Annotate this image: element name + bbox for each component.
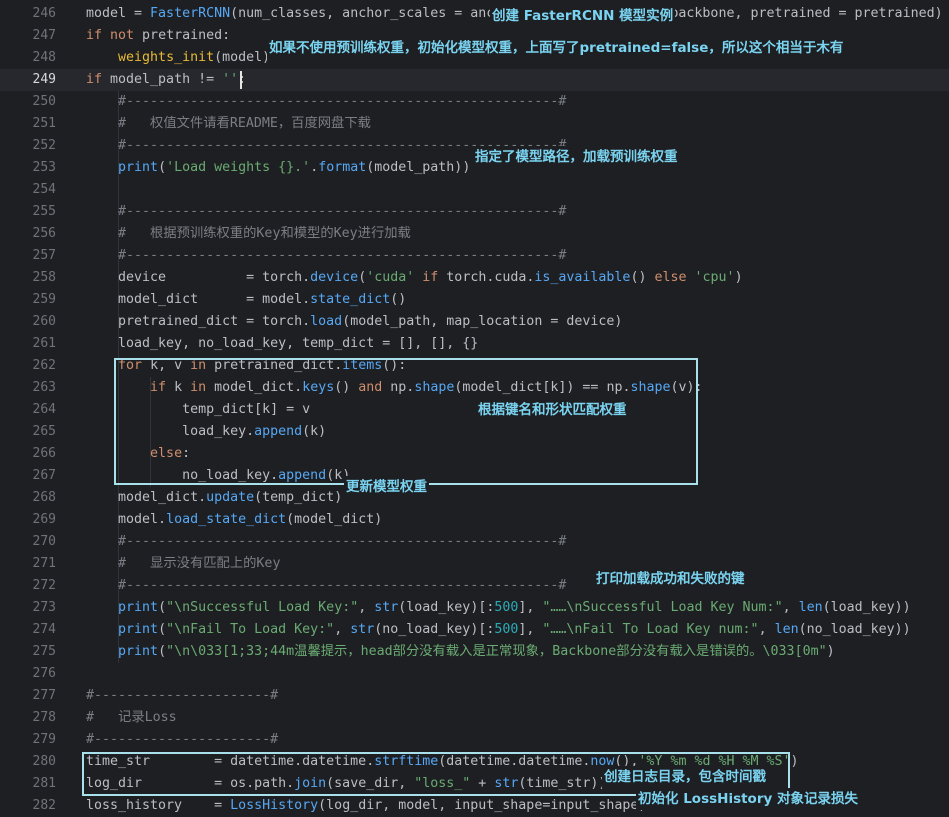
code-line[interactable]: 272 #-----------------------------------… [0, 575, 949, 597]
code-line[interactable]: 273 print("\nSuccessful Load Key:", str(… [0, 597, 949, 619]
annotation-update-weights: 更新模型权重 [344, 476, 429, 498]
line-number: 256 [32, 226, 56, 241]
line-number: 251 [32, 116, 56, 131]
code-text[interactable]: print("\nSuccessful Load Key:", str(load… [86, 597, 911, 619]
line-number: 260 [32, 314, 56, 329]
line-number: 261 [32, 336, 56, 351]
code-text[interactable]: print('Load weights {}.'.format(model_pa… [86, 157, 470, 179]
code-line[interactable]: 269 model.load_state_dict(model_dict) [0, 509, 949, 531]
code-text[interactable]: # 权值文件请看README，百度网盘下载 [86, 113, 371, 135]
code-line[interactable]: 249 if model_path != '': [0, 69, 949, 91]
code-text[interactable]: model.load_state_dict(model_dict) [86, 509, 382, 531]
code-text[interactable]: #---------------------------------------… [86, 531, 566, 553]
line-number: 253 [32, 160, 56, 175]
line-number: 258 [32, 270, 56, 285]
line-number: 250 [32, 94, 56, 109]
code-text[interactable]: loss_history = LossHistory(log_dir, mode… [86, 795, 646, 817]
line-number: 274 [32, 622, 56, 637]
code-text[interactable]: model_dict.update(temp_dict) [86, 487, 342, 509]
annotation-create-model: 创建 FasterRCNN 模型实例 [490, 5, 676, 27]
code-text[interactable]: #---------------------------------------… [86, 575, 566, 597]
code-line[interactable]: 258 device = torch.device('cuda' if torc… [0, 267, 949, 289]
annotation-match-weights: 根据键名和形状匹配权重 [476, 399, 629, 421]
line-number: 269 [32, 512, 56, 527]
line-number: 280 [32, 754, 56, 769]
line-number: 252 [32, 138, 56, 153]
line-number: 270 [32, 534, 56, 549]
line-number: 255 [32, 204, 56, 219]
line-number: 275 [32, 644, 56, 659]
code-text[interactable]: #---------------------------------------… [86, 201, 566, 223]
code-line[interactable]: 251 # 权值文件请看README，百度网盘下载 [0, 113, 949, 135]
line-number: 278 [32, 710, 56, 725]
line-number: 259 [32, 292, 56, 307]
code-line[interactable]: 260 pretrained_dict = torch.load(model_p… [0, 311, 949, 333]
code-text[interactable]: #----------------------# [86, 685, 278, 707]
line-number: 263 [32, 380, 56, 395]
line-number: 254 [32, 182, 56, 197]
code-line[interactable]: 256 # 根据预训练权重的Key和模型的Key进行加载 [0, 223, 949, 245]
code-text[interactable]: device = torch.device('cuda' if torch.cu… [86, 267, 743, 289]
line-number: 246 [32, 6, 56, 21]
code-text[interactable]: # 根据预训练权重的Key和模型的Key进行加载 [86, 223, 411, 245]
code-text[interactable]: load_key, no_load_key, temp_dict = [], [… [86, 333, 478, 355]
annotation-load-weights: 指定了模型路径，加载预训练权重 [473, 146, 680, 168]
code-editor[interactable]: 246 model = FasterRCNN(num_classes, ancho… [0, 0, 949, 817]
code-text[interactable]: if model_path != '': [86, 69, 246, 91]
line-number: 248 [32, 50, 56, 65]
line-number: 266 [32, 446, 56, 461]
code-line[interactable]: 271 # 显示没有匹配上的Key [0, 553, 949, 575]
code-line[interactable]: 278 # 记录Loss [0, 707, 949, 729]
highlight-box-matching-loop [114, 358, 698, 485]
line-number: 273 [32, 600, 56, 615]
code-text[interactable]: print("\nFail To Load Key:", str(no_load… [86, 619, 911, 641]
code-line[interactable]: 257 #-----------------------------------… [0, 245, 949, 267]
line-number: 282 [32, 798, 56, 813]
code-text[interactable]: #---------------------------------------… [86, 91, 566, 113]
code-line[interactable]: 255 #-----------------------------------… [0, 201, 949, 223]
code-text[interactable]: if not pretrained: [86, 25, 230, 47]
annotation-loss-history: 初始化 LossHistory 对象记录损失 [636, 788, 860, 810]
code-text[interactable]: model_dict = model.state_dict() [86, 289, 406, 311]
code-line[interactable]: 268 model_dict.update(temp_dict) [0, 487, 949, 509]
line-number: 276 [32, 666, 56, 681]
code-line[interactable]: 274 print("\nFail To Load Key:", str(no_… [0, 619, 949, 641]
line-number: 271 [32, 556, 56, 571]
code-text[interactable]: pretrained_dict = torch.load(model_path,… [86, 311, 622, 333]
line-number: 277 [32, 688, 56, 703]
line-number: 262 [32, 358, 56, 373]
line-number: 264 [32, 402, 56, 417]
text-cursor [240, 71, 242, 89]
code-text[interactable]: # 显示没有匹配上的Key [86, 553, 280, 575]
line-number: 257 [32, 248, 56, 263]
code-text[interactable]: # 记录Loss [86, 707, 177, 729]
code-text[interactable]: #----------------------# [86, 729, 278, 751]
code-line[interactable]: 277 #----------------------# [0, 685, 949, 707]
line-number: 265 [32, 424, 56, 439]
code-line[interactable]: 270 #-----------------------------------… [0, 531, 949, 553]
line-number: 268 [32, 490, 56, 505]
code-line[interactable]: 250 #-----------------------------------… [0, 91, 949, 113]
code-line[interactable]: 275 print("\n\033[1;33;44m温馨提示，head部分没有载… [0, 641, 949, 663]
code-line[interactable]: 254 [0, 179, 949, 201]
code-line[interactable]: 261 load_key, no_load_key, temp_dict = [… [0, 333, 949, 355]
annotation-log-dir: 创建日志目录，包含时间戳 [602, 766, 768, 788]
annotation-print-keys: 打印加载成功和失败的键 [594, 568, 747, 590]
code-text[interactable]: weights_init(model) [86, 47, 270, 69]
line-number: 247 [32, 28, 56, 43]
code-line[interactable]: 279 #----------------------# [0, 729, 949, 751]
line-number: 249 [32, 72, 56, 87]
line-number: 281 [32, 776, 56, 791]
line-number: 267 [32, 468, 56, 483]
code-line[interactable]: 276 [0, 663, 949, 685]
code-line[interactable]: 259 model_dict = model.state_dict() [0, 289, 949, 311]
line-number: 272 [32, 578, 56, 593]
line-number: 279 [32, 732, 56, 747]
code-text[interactable]: print("\n\033[1;33;44m温馨提示，head部分没有载入是正常… [86, 641, 835, 663]
code-line[interactable]: 246 model = FasterRCNN(num_classes, ancho… [0, 3, 949, 25]
annotation-init-weights: 如果不使用预训练权重，初始化模型权重，上面写了pretrained=false，… [267, 37, 846, 59]
code-text[interactable]: #---------------------------------------… [86, 245, 566, 267]
